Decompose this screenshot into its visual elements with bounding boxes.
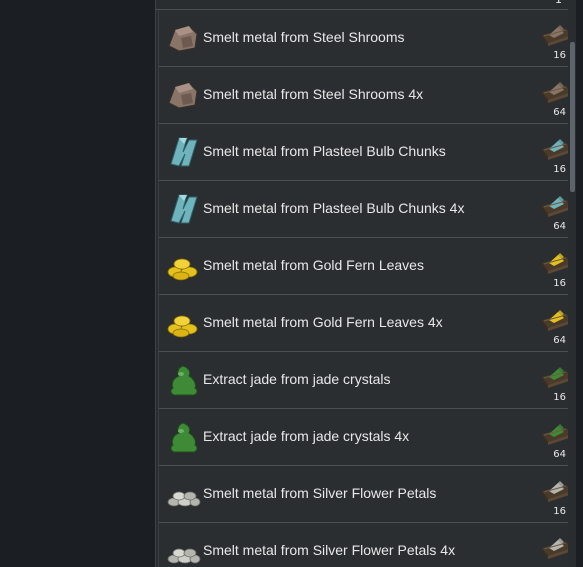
recipe-row[interactable]: Extract jade from jade crystals 4x 64: [158, 409, 576, 466]
steel-shroom-icon: [168, 25, 198, 52]
silver-petal-icon: [167, 548, 201, 564]
gold-fern-icon: [167, 258, 198, 281]
recipe-label: Smelt metal from Silver Flower Petals 4x: [203, 542, 456, 558]
left-panel: [0, 0, 155, 567]
recipe-row[interactable]: Smelt metal from Plasteel Bulb Chunks 4x…: [158, 181, 576, 238]
product-count: 1: [555, 0, 562, 6]
product-count: 16: [553, 164, 566, 175]
recipe-label: Smelt metal from Steel Shrooms: [203, 29, 405, 45]
product-count: 16: [553, 50, 566, 61]
product-count: 64: [553, 107, 566, 118]
recipe-list: 1 Smelt metal from Steel Shrooms 16 Smel…: [155, 0, 576, 567]
jade-crystal-icon: [170, 365, 198, 396]
product-count: 64: [553, 449, 566, 460]
recipe-label: Extract jade from jade crystals 4x: [203, 428, 410, 444]
plasteel-bulb-icon: [170, 137, 198, 167]
recipe-row[interactable]: Smelt metal from Silver Flower Petals 16: [158, 466, 576, 523]
recipe-label: Smelt metal from Plasteel Bulb Chunks 4x: [203, 200, 465, 216]
recipe-label: Smelt metal from Silver Flower Petals: [203, 485, 437, 501]
scroll-thumb[interactable]: [570, 42, 575, 192]
recipe-row[interactable]: Smelt metal from Plasteel Bulb Chunks 16: [158, 124, 576, 181]
product-count: 64: [553, 335, 566, 346]
recipe-row[interactable]: Smelt metal from Silver Flower Petals 4x: [158, 523, 576, 567]
recipe-label: Extract jade from jade crystals: [203, 371, 391, 387]
recipe-label: Smelt metal from Gold Fern Leaves 4x: [203, 314, 443, 330]
recipe-row[interactable]: Smelt metal from Gold Fern Leaves 4x 64: [158, 295, 576, 352]
recipe-row[interactable]: Extract jade from jade crystals 16: [158, 352, 576, 409]
recipe-row[interactable]: Smelt metal from Steel Shrooms 4x 64: [158, 67, 576, 124]
previous-row-stub[interactable]: 1: [156, 0, 576, 10]
jade-crystal-icon: [170, 422, 198, 453]
steel-shroom-icon: [168, 82, 198, 109]
silver-petal-icon: [167, 491, 201, 507]
recipe-row[interactable]: Smelt metal from Steel Shrooms 16: [158, 10, 576, 67]
product-count: 64: [553, 221, 566, 232]
recipe-label: Smelt metal from Plasteel Bulb Chunks: [203, 143, 446, 159]
recipe-row[interactable]: Smelt metal from Gold Fern Leaves 16: [158, 238, 576, 295]
product-count: 16: [553, 506, 566, 517]
recipe-label: Smelt metal from Gold Fern Leaves: [203, 257, 424, 273]
product-count: 16: [553, 278, 566, 289]
recipe-label: Smelt metal from Steel Shrooms 4x: [203, 86, 424, 102]
gold-fern-icon: [167, 315, 198, 338]
scrollbar[interactable]: [568, 0, 576, 567]
plasteel-bulb-icon: [170, 194, 198, 224]
product-count: 16: [553, 392, 566, 403]
